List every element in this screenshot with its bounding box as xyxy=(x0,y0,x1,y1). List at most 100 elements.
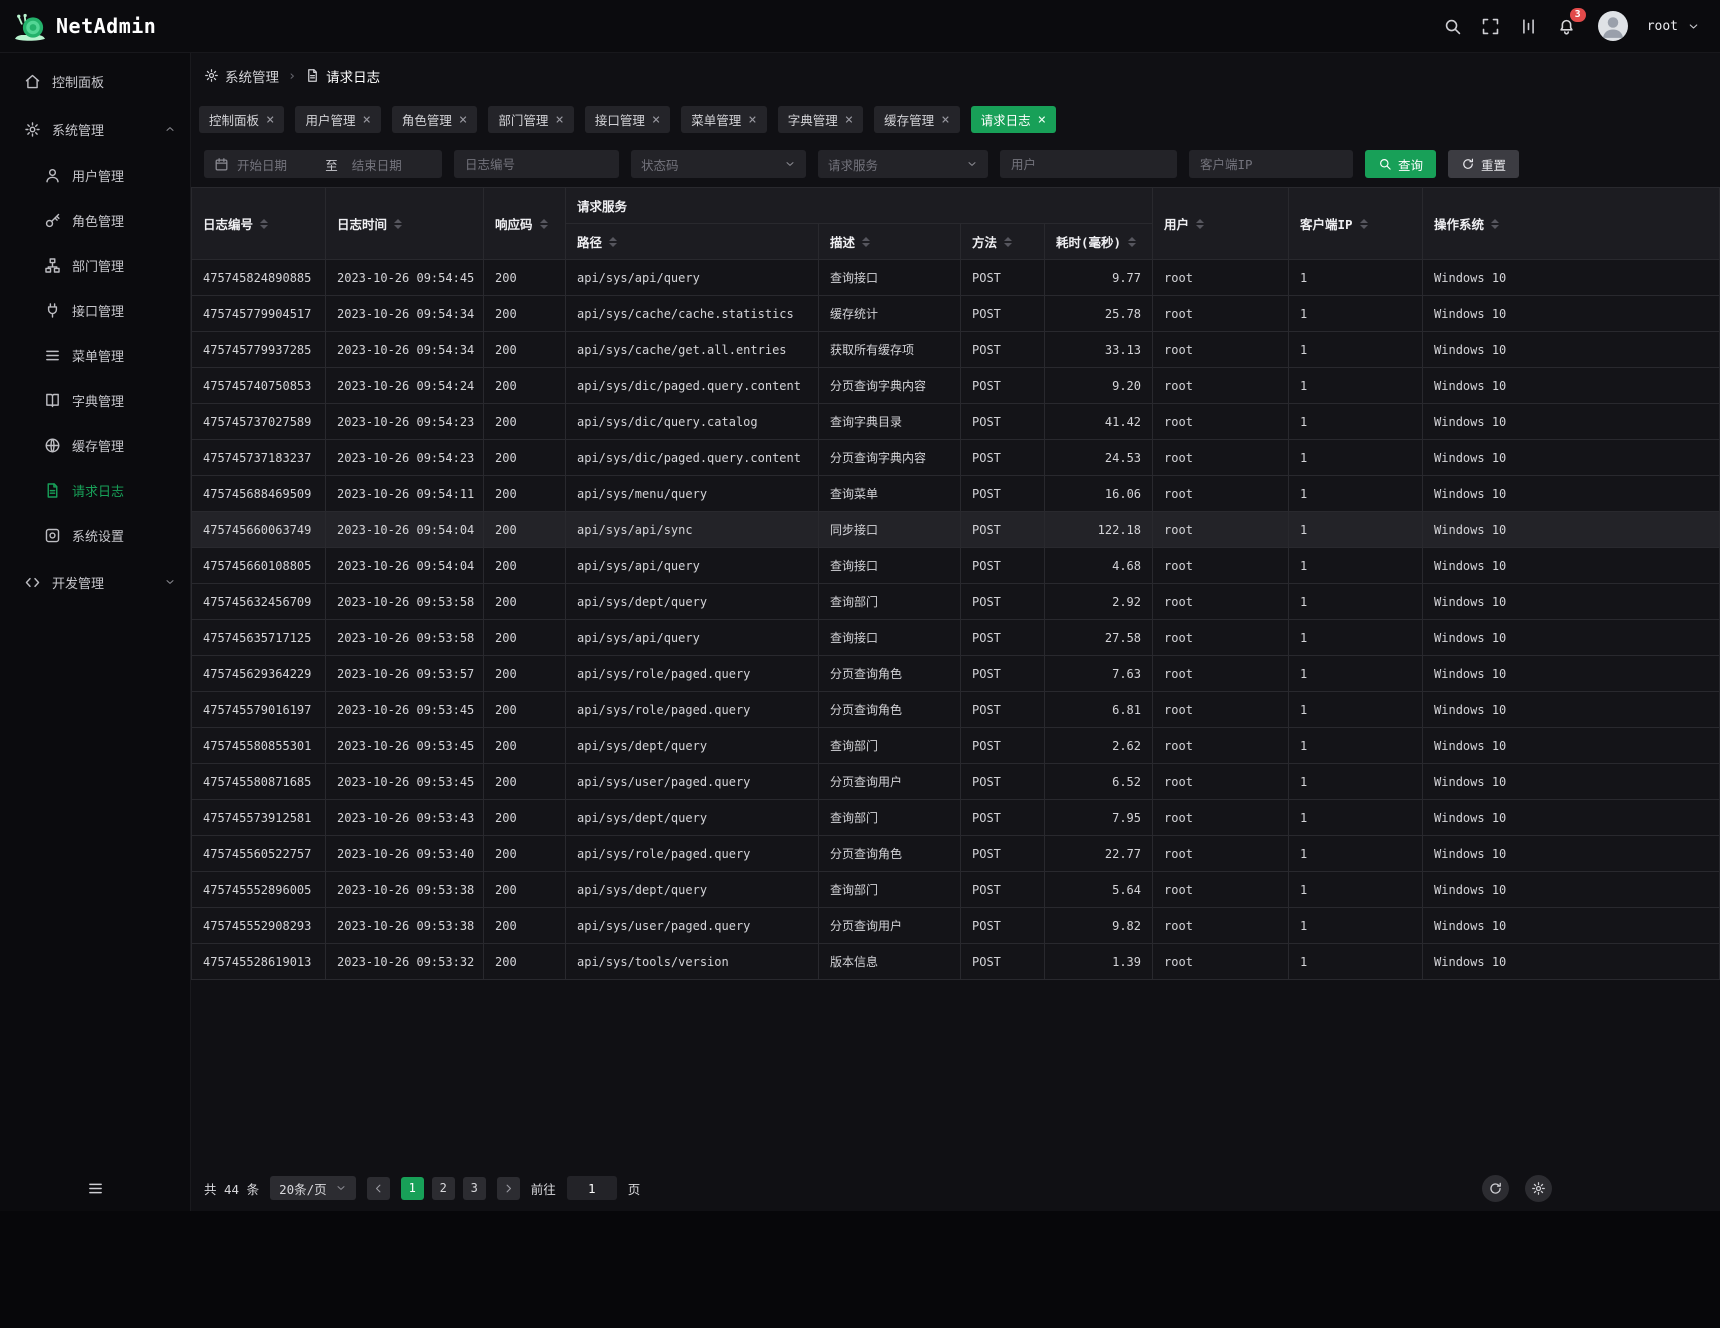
sidebar-collapse-button[interactable] xyxy=(87,1180,104,1197)
table-row[interactable]: 4757457799372852023-10-26 09:54:34200api… xyxy=(192,332,1720,368)
sort-icon[interactable] xyxy=(394,219,402,229)
sidebar-item-dashboard[interactable]: 控制面板 xyxy=(0,57,190,105)
close-icon[interactable]: × xyxy=(459,113,467,127)
goto-page-input[interactable] xyxy=(567,1176,617,1200)
status-code-select[interactable]: 状态码 xyxy=(631,150,806,178)
close-icon[interactable]: × xyxy=(1038,113,1046,127)
tab-5[interactable]: 菜单管理 × xyxy=(681,106,766,133)
page-button-1[interactable]: 1 xyxy=(401,1177,424,1200)
close-icon[interactable]: × xyxy=(362,113,370,127)
table-row[interactable]: 4757455529082932023-10-26 09:53:38200api… xyxy=(192,908,1720,944)
brand[interactable]: NetAdmin xyxy=(12,8,156,44)
request-service-select[interactable]: 请求服务 xyxy=(818,150,988,178)
table-row[interactable]: 4757458248908852023-10-26 09:54:45200api… xyxy=(192,260,1720,296)
page-size-select[interactable]: 20条/页 xyxy=(270,1176,356,1200)
sidebar-item-system[interactable]: 系统管理 xyxy=(0,105,190,153)
layout-toggle-icon[interactable] xyxy=(1519,17,1538,36)
tab-7[interactable]: 缓存管理 × xyxy=(874,106,959,133)
close-icon[interactable]: × xyxy=(748,113,756,127)
table-row[interactable]: 4757455605227572023-10-26 09:53:40200api… xyxy=(192,836,1720,872)
col-header-client-ip[interactable]: 客户端IP xyxy=(1289,188,1423,260)
table-row[interactable]: 4757457799045172023-10-26 09:54:34200api… xyxy=(192,296,1720,332)
col-header-log-time[interactable]: 日志时间 xyxy=(326,188,484,260)
sort-icon[interactable] xyxy=(1004,237,1012,247)
sidebar-item-dev[interactable]: 开发管理 xyxy=(0,558,190,606)
sidebar-item-8[interactable]: 系统设置 xyxy=(0,513,190,558)
next-page-button[interactable] xyxy=(497,1177,520,1200)
table-row[interactable]: 4757455808553012023-10-26 09:53:45200api… xyxy=(192,728,1720,764)
username[interactable]: root xyxy=(1647,19,1678,34)
fullscreen-icon[interactable] xyxy=(1481,17,1500,36)
breadcrumb-item-request-log[interactable]: 请求日志 xyxy=(305,66,380,86)
avatar[interactable] xyxy=(1598,11,1628,41)
sort-icon[interactable] xyxy=(862,237,870,247)
tab-8[interactable]: 请求日志 × xyxy=(971,106,1056,133)
page-button-3[interactable]: 3 xyxy=(463,1177,486,1200)
table-row[interactable]: 4757456884695092023-10-26 09:54:11200api… xyxy=(192,476,1720,512)
table-row[interactable]: 4757456357171252023-10-26 09:53:58200api… xyxy=(192,620,1720,656)
sidebar-item-6[interactable]: 缓存管理 xyxy=(0,423,190,468)
sidebar-item-5[interactable]: 字典管理 xyxy=(0,378,190,423)
table-row[interactable]: 4757455286190132023-10-26 09:53:32200api… xyxy=(192,944,1720,980)
table-row[interactable]: 4757455790161972023-10-26 09:53:45200api… xyxy=(192,692,1720,728)
log-id-input[interactable] xyxy=(454,150,619,178)
sort-icon[interactable] xyxy=(1360,219,1368,229)
close-icon[interactable]: × xyxy=(941,113,949,127)
tab-2[interactable]: 角色管理 × xyxy=(392,106,477,133)
notifications-button[interactable]: 3 xyxy=(1557,17,1576,36)
user-input[interactable] xyxy=(1000,150,1177,178)
sort-icon[interactable] xyxy=(1128,237,1136,247)
col-header-elapsed[interactable]: 耗时(毫秒) xyxy=(1045,224,1153,260)
prev-page-button[interactable] xyxy=(367,1177,390,1200)
search-icon[interactable] xyxy=(1443,17,1462,36)
col-header-method[interactable]: 方法 xyxy=(961,224,1045,260)
reload-button[interactable] xyxy=(1482,1175,1509,1202)
col-header-path[interactable]: 路径 xyxy=(566,224,819,260)
sort-icon[interactable] xyxy=(609,237,617,247)
tab-6[interactable]: 字典管理 × xyxy=(778,106,863,133)
client-ip-input[interactable] xyxy=(1189,150,1353,178)
cell-elapsed-ms: 16.06 xyxy=(1045,476,1153,512)
table-row[interactable]: 4757457407508532023-10-26 09:54:24200api… xyxy=(192,368,1720,404)
table-row[interactable]: 4757456600637492023-10-26 09:54:04200api… xyxy=(192,512,1720,548)
col-header-status[interactable]: 响应码 xyxy=(484,188,566,260)
cell-os: Windows 10 xyxy=(1423,404,1720,440)
reset-button[interactable]: 重置 xyxy=(1448,150,1519,178)
table-row[interactable]: 4757457371832372023-10-26 09:54:23200api… xyxy=(192,440,1720,476)
table-row[interactable]: 4757456324567092023-10-26 09:53:58200api… xyxy=(192,584,1720,620)
sort-icon[interactable] xyxy=(1491,219,1499,229)
col-header-desc[interactable]: 描述 xyxy=(819,224,961,260)
sidebar-item-1[interactable]: 角色管理 xyxy=(0,198,190,243)
col-header-log-id[interactable]: 日志编号 xyxy=(192,188,326,260)
sidebar-item-3[interactable]: 接口管理 xyxy=(0,288,190,333)
sort-icon[interactable] xyxy=(540,219,548,229)
sort-icon[interactable] xyxy=(260,219,268,229)
table-row[interactable]: 4757455528960052023-10-26 09:53:38200api… xyxy=(192,872,1720,908)
close-icon[interactable]: × xyxy=(652,113,660,127)
table-row[interactable]: 4757456293642292023-10-26 09:53:57200api… xyxy=(192,656,1720,692)
tab-4[interactable]: 接口管理 × xyxy=(585,106,670,133)
tab-1[interactable]: 用户管理 × xyxy=(295,106,380,133)
chevron-down-icon[interactable] xyxy=(1687,20,1700,33)
sidebar-item-4[interactable]: 菜单管理 xyxy=(0,333,190,378)
sidebar-item-2[interactable]: 部门管理 xyxy=(0,243,190,288)
table-row[interactable]: 4757456601088052023-10-26 09:54:04200api… xyxy=(192,548,1720,584)
date-range-picker[interactable]: 开始日期 至 结束日期 xyxy=(204,150,442,178)
sidebar-item-7[interactable]: 请求日志 xyxy=(0,468,190,513)
table-row[interactable]: 4757455808716852023-10-26 09:53:45200api… xyxy=(192,764,1720,800)
col-header-user[interactable]: 用户 xyxy=(1153,188,1289,260)
breadcrumb-item-system[interactable]: 系统管理 xyxy=(204,66,279,86)
close-icon[interactable]: × xyxy=(555,113,563,127)
col-header-os[interactable]: 操作系统 xyxy=(1423,188,1720,260)
sidebar-item-0[interactable]: 用户管理 xyxy=(0,153,190,198)
tab-0[interactable]: 控制面板 × xyxy=(199,106,284,133)
table-row[interactable]: 4757455739125812023-10-26 09:53:43200api… xyxy=(192,800,1720,836)
settings-button[interactable] xyxy=(1525,1175,1552,1202)
page-button-2[interactable]: 2 xyxy=(432,1177,455,1200)
close-icon[interactable]: × xyxy=(266,113,274,127)
query-button[interactable]: 查询 xyxy=(1365,150,1436,178)
sort-icon[interactable] xyxy=(1196,219,1204,229)
close-icon[interactable]: × xyxy=(845,113,853,127)
table-row[interactable]: 4757457370275892023-10-26 09:54:23200api… xyxy=(192,404,1720,440)
tab-3[interactable]: 部门管理 × xyxy=(488,106,573,133)
